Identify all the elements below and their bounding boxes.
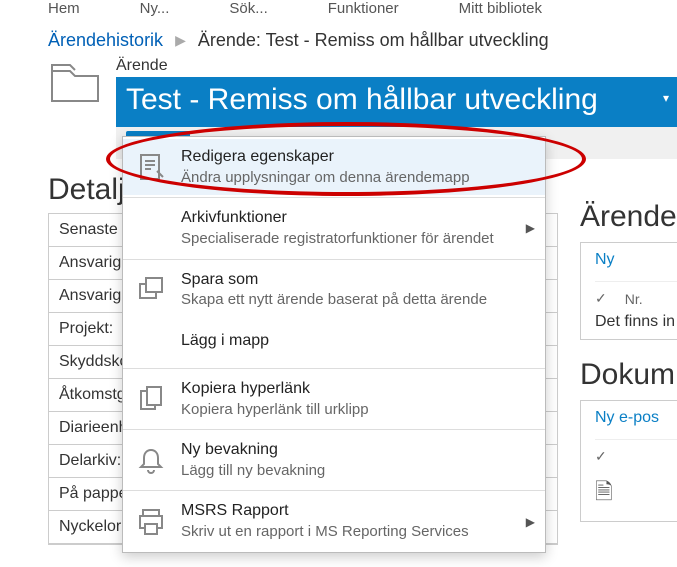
arende-heading: Ärende (580, 200, 677, 234)
chevron-right-icon: ▶ (526, 515, 535, 529)
ctx-separator (123, 197, 545, 198)
nav-hem[interactable]: Hem (48, 0, 80, 17)
check-icon: ✓ (595, 448, 607, 465)
nav-sok[interactable]: Sök... (229, 0, 267, 17)
ctx-item-desc: Ändra upplysningar om denna ärendemapp (181, 168, 470, 188)
ctx-ny-bevakning[interactable]: Ny bevakning Lägg till ny bevakning (123, 432, 545, 488)
case-title-bar[interactable]: Test - Remiss om hållbar utveckling ▾ (116, 77, 677, 127)
dokument-heading: Dokum (580, 358, 677, 392)
case-folder-icon (48, 57, 102, 105)
breadcrumb-current: Ärende: Test - Remiss om hållbar utveckl… (198, 30, 549, 51)
ctx-msrs-rapport[interactable]: MSRS Rapport Skriv ut en rapport i MS Re… (123, 493, 545, 549)
ctx-separator (123, 429, 545, 430)
chevron-right-icon: ▶ (526, 221, 535, 235)
edit-sheet-icon (135, 151, 167, 183)
ctx-kopiera-hyperlank[interactable]: Kopiera hyperlänk Kopiera hyperlänk till… (123, 371, 545, 427)
ny-epost-link[interactable]: Ny e-pos (595, 409, 677, 427)
ctx-item-desc: Kopiera hyperlänk till urklipp (181, 400, 369, 420)
arende-box: Ny ✓ Nr. Det finns in (580, 242, 677, 340)
ctx-item-title: MSRS Rapport (181, 501, 469, 522)
document-icon: 🗎 (595, 475, 677, 513)
col-nr[interactable]: Nr. (625, 291, 643, 307)
ctx-item-desc: Skapa ett nytt ärende baserat på detta ä… (181, 290, 487, 310)
bell-icon (135, 444, 167, 476)
ctx-item-desc: Specialiserade registratorfunktioner för… (181, 229, 494, 249)
arende-empty: Det finns in (595, 313, 677, 331)
context-menu: Redigera egenskaper Ändra upplysningar o… (122, 136, 546, 553)
ctx-item-title: Lägg i mapp (181, 331, 269, 352)
nav-ny[interactable]: Ny... (140, 0, 170, 17)
ctx-arkivfunktioner[interactable]: Arkivfunktioner Specialiserade registrat… (123, 200, 545, 256)
copy-link-icon (135, 383, 167, 415)
case-label: Ärende (116, 57, 677, 75)
save-as-icon (135, 274, 167, 306)
printer-icon (135, 506, 167, 538)
ctx-separator (123, 259, 545, 260)
ctx-item-desc: Lägg till ny bevakning (181, 461, 325, 481)
nav-mitt-bibliotek[interactable]: Mitt bibliotek (459, 0, 542, 17)
breadcrumb-link[interactable]: Ärendehistorik (48, 30, 163, 51)
top-nav: Hem Ny... Sök... Funktioner Mitt bibliot… (0, 0, 677, 20)
chevron-down-icon[interactable]: ▾ (663, 91, 669, 105)
ctx-separator (123, 490, 545, 491)
nav-funktioner[interactable]: Funktioner (328, 0, 399, 17)
breadcrumb: Ärendehistorik ▶ Ärende: Test - Remiss o… (0, 20, 677, 57)
ctx-item-title: Arkivfunktioner (181, 208, 494, 229)
ctx-item-title: Redigera egenskaper (181, 147, 470, 168)
breadcrumb-separator-icon: ▶ (175, 32, 186, 49)
blank-icon (135, 326, 167, 358)
ctx-separator (123, 368, 545, 369)
dokument-box: Ny e-pos ✓ 🗎 (580, 400, 677, 522)
ctx-item-title: Kopiera hyperlänk (181, 379, 369, 400)
ctx-item-title: Spara som (181, 270, 487, 291)
ctx-item-title: Ny bevakning (181, 440, 325, 461)
blank-icon (135, 212, 167, 244)
ctx-spara-som[interactable]: Spara som Skapa ett nytt ärende baserat … (123, 262, 545, 318)
ctx-redigera-egenskaper[interactable]: Redigera egenskaper Ändra upplysningar o… (123, 139, 545, 195)
check-icon: ✓ (595, 290, 607, 307)
ny-link[interactable]: Ny (595, 251, 677, 269)
ctx-lagg-i-mapp[interactable]: Lägg i mapp (123, 318, 545, 366)
case-title: Test - Remiss om hållbar utveckling (126, 83, 598, 116)
ctx-item-desc: Skriv ut en rapport i MS Reporting Servi… (181, 522, 469, 542)
